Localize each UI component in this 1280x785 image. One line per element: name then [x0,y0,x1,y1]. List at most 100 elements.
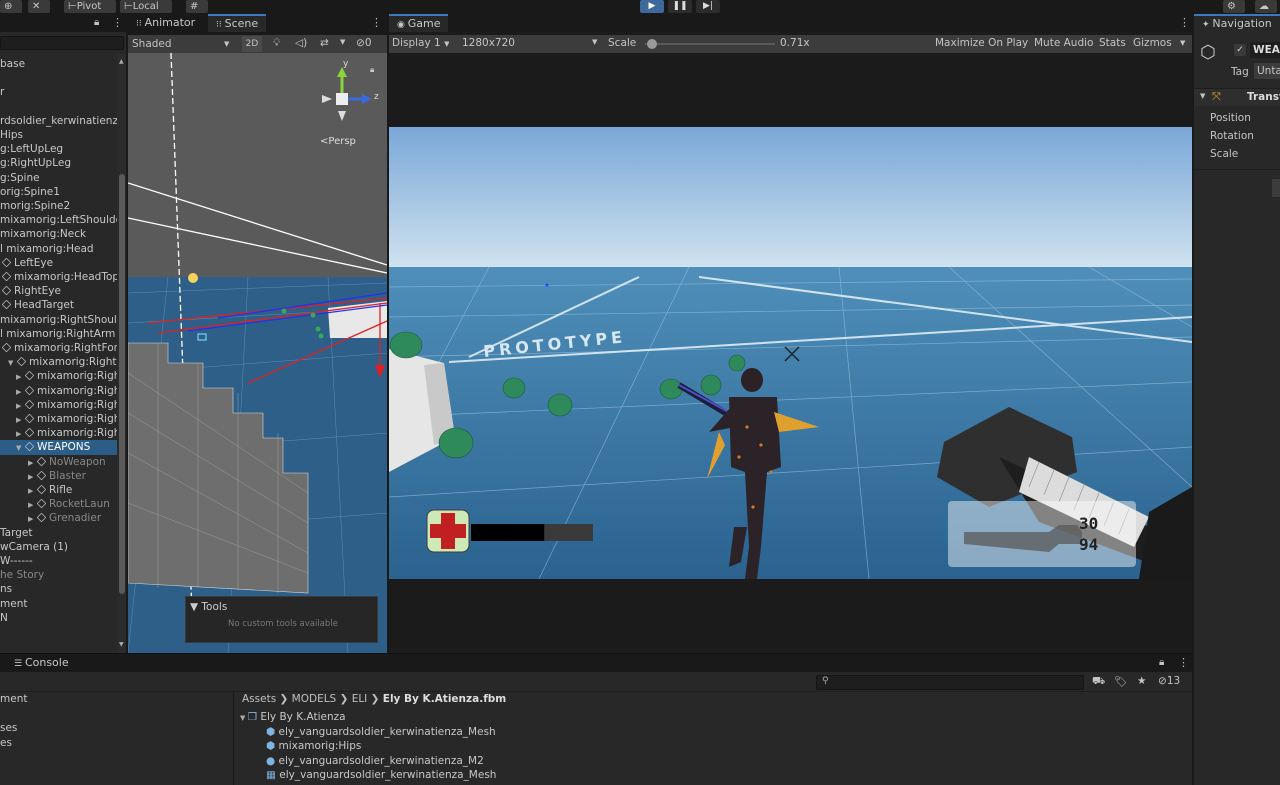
grid-snap-icon[interactable]: # [186,0,208,13]
hierarchy-row[interactable]: Target [0,526,117,540]
asset-row[interactable]: ⬢ mixamorig:Hips [266,739,361,754]
gizmos-chevron-icon[interactable]: ▼ [1180,39,1185,47]
scroll-up-icon[interactable]: ▲ [119,58,124,65]
hierarchy-row[interactable]: morig:Spine2 [0,199,117,213]
cloud-icon[interactable]: ☁ [1255,0,1277,13]
hierarchy-row[interactable]: mixamorig:HeadTop [0,270,117,284]
maximize-on-play-button[interactable]: Maximize On Play [935,37,1028,49]
expand-arrow-icon[interactable]: ▶ [16,413,25,426]
transform-header[interactable]: ▼ ⤧ Transf [1194,88,1280,106]
active-checkbox[interactable]: ✓ [1234,44,1246,56]
scale-slider[interactable] [645,39,775,49]
hierarchy-row[interactable]: l mixamorig:RightArm [0,327,117,341]
expand-arrow-icon[interactable]: ▶ [16,399,25,412]
hierarchy-row[interactable]: ▶ NoWeapon [0,455,117,469]
hierarchy-row[interactable]: l mixamorig:Head [0,242,117,256]
effects-icon[interactable]: ⇄ [320,37,329,49]
services-icon[interactable]: ⚙ [1223,0,1245,13]
bottom-more-icon[interactable]: ⋮ [1178,656,1189,669]
hierarchy-row[interactable]: rdsoldier_kerwinatienza [0,114,117,128]
hierarchy-row[interactable]: RightEye [0,284,117,298]
expand-arrow-icon[interactable]: ▼ [8,356,17,369]
globe-icon[interactable]: ⊕ [0,0,22,13]
hierarchy-search-input[interactable] [0,36,124,50]
hierarchy-row[interactable]: Hips [0,128,117,142]
scale-slider-thumb[interactable] [646,39,657,49]
hierarchy-row[interactable]: ▶ mixamorig:Righ [0,384,117,398]
filter-type-icon[interactable]: ⛟ [1092,675,1105,689]
folder-row[interactable]: ses [0,721,17,736]
hierarchy-row[interactable]: ▶ mixamorig:Righ [0,426,117,440]
hierarchy-row[interactable]: he Story [0,568,117,582]
hierarchy-row[interactable]: ▶ Grenadier [0,511,117,525]
mute-audio-button[interactable]: Mute Audio [1034,37,1093,49]
hierarchy-row[interactable]: ▼ mixamorig:RightH [0,355,117,369]
folder-row[interactable]: ment [0,692,27,707]
persp-label[interactable]: <Persp [320,136,356,147]
hierarchy-row[interactable]: mixamorig:Neck [0,227,117,241]
tab-game[interactable]: ◉ Game [389,14,449,32]
game-more-icon[interactable]: ⋮ [1179,16,1190,29]
hierarchy-row[interactable]: ▼ WEAPONS [0,440,117,455]
breadcrumb-item[interactable]: ELI [352,693,368,705]
label-icon[interactable]: 🏷︎ [1114,675,1127,688]
asset-row[interactable]: ● ely_vanguardsoldier_kerwinatienza_M2 [266,754,484,769]
hierarchy-row[interactable]: ▶ mixamorig:Righ [0,398,117,412]
expand-arrow-icon[interactable]: ▶ [28,456,37,469]
local-toggle[interactable]: ⊢Local [120,0,172,13]
scroll-down-icon[interactable]: ▼ [119,641,124,648]
folder-row[interactable]: es [0,736,12,751]
scroll-thumb[interactable] [119,174,125,594]
hierarchy-row[interactable]: g:LeftUpLeg [0,142,117,156]
breadcrumb-item[interactable]: Assets [242,693,276,705]
hierarchy-row[interactable]: mixamorig:LeftShoulder [0,213,117,227]
favorite-icon[interactable]: ★ [1137,675,1146,687]
expand-arrow-icon[interactable]: ▶ [28,470,37,483]
pivot-toggle[interactable]: ⊢Pivot [64,0,116,13]
audio-icon[interactable]: ◁) [295,37,307,49]
tag-dropdown[interactable]: Unta [1254,63,1280,79]
hidden-objects-icon[interactable]: ⊘0 [356,37,372,49]
lock-icon[interactable]: 🔒︎ [94,17,99,28]
bottom-lock-icon[interactable]: 🔒︎ [1159,657,1164,668]
hierarchy-row[interactable]: base [0,57,117,71]
tab-navigation[interactable]: ✦ Navigation [1194,14,1280,32]
expand-arrow-icon[interactable]: ▶ [28,484,37,497]
hierarchy-row[interactable]: ▶ RocketLaun [0,497,117,511]
expand-arrow-icon[interactable]: ▶ [16,370,25,383]
hierarchy-row[interactable]: W------ [0,554,117,568]
tools-icon[interactable]: ✕ [28,0,50,13]
orientation-gizmo[interactable]: y z 🔒︎ <Persp [314,59,384,149]
gizmo-lock-icon[interactable]: 🔒︎ [370,65,374,75]
play-button[interactable]: ▶ [640,0,664,13]
expand-arrow-icon[interactable]: ▶ [16,427,25,440]
breadcrumb-item[interactable]: MODELS [292,693,337,705]
effects-dropdown-icon[interactable]: ▼ [340,38,345,46]
hierarchy-row[interactable] [0,100,117,114]
hierarchy-row[interactable]: g:Spine [0,171,117,185]
hierarchy-row[interactable]: N [0,611,117,625]
pause-button[interactable]: ❚❚ [668,0,692,13]
object-name-field[interactable]: WEA [1250,42,1280,58]
resolution-dropdown[interactable]: 1280x720 ▼ [462,37,600,49]
hierarchy-row[interactable] [0,71,117,85]
hierarchy-row[interactable]: ▶ Blaster [0,469,117,483]
expand-arrow-icon[interactable]: ▶ [16,385,25,398]
2d-toggle[interactable]: 2D [242,36,262,52]
expand-arrow-icon[interactable]: ▶ [28,498,37,511]
scene-more-icon[interactable]: ⋮ [371,16,382,29]
tab-animator[interactable]: ⁝⁝ Animator [128,14,203,32]
asset-row[interactable]: ⬢ ely_vanguardsoldier_kerwinatienza_Mesh [266,725,496,740]
hierarchy-row[interactable]: r [0,85,117,99]
tools-title[interactable]: ▼ Tools [190,601,227,613]
tab-console[interactable]: ☰ Console [6,654,77,672]
hierarchy-row[interactable]: mixamorig:RightFore [0,341,117,355]
hierarchy-row[interactable]: LeftEye [0,256,117,270]
stats-button[interactable]: Stats [1099,37,1126,49]
step-button[interactable]: ▶| [696,0,720,13]
hierarchy-row[interactable]: wCamera (1) [0,540,117,554]
hierarchy-row[interactable]: ns [0,582,117,596]
asset-row[interactable]: ▦ ely_vanguardsoldier_kerwinatienza_Mesh [266,768,496,783]
hierarchy-scrollbar[interactable]: ▲ ▼ [117,54,126,653]
tab-scene[interactable]: ⁝⁝ Scene [208,14,267,32]
